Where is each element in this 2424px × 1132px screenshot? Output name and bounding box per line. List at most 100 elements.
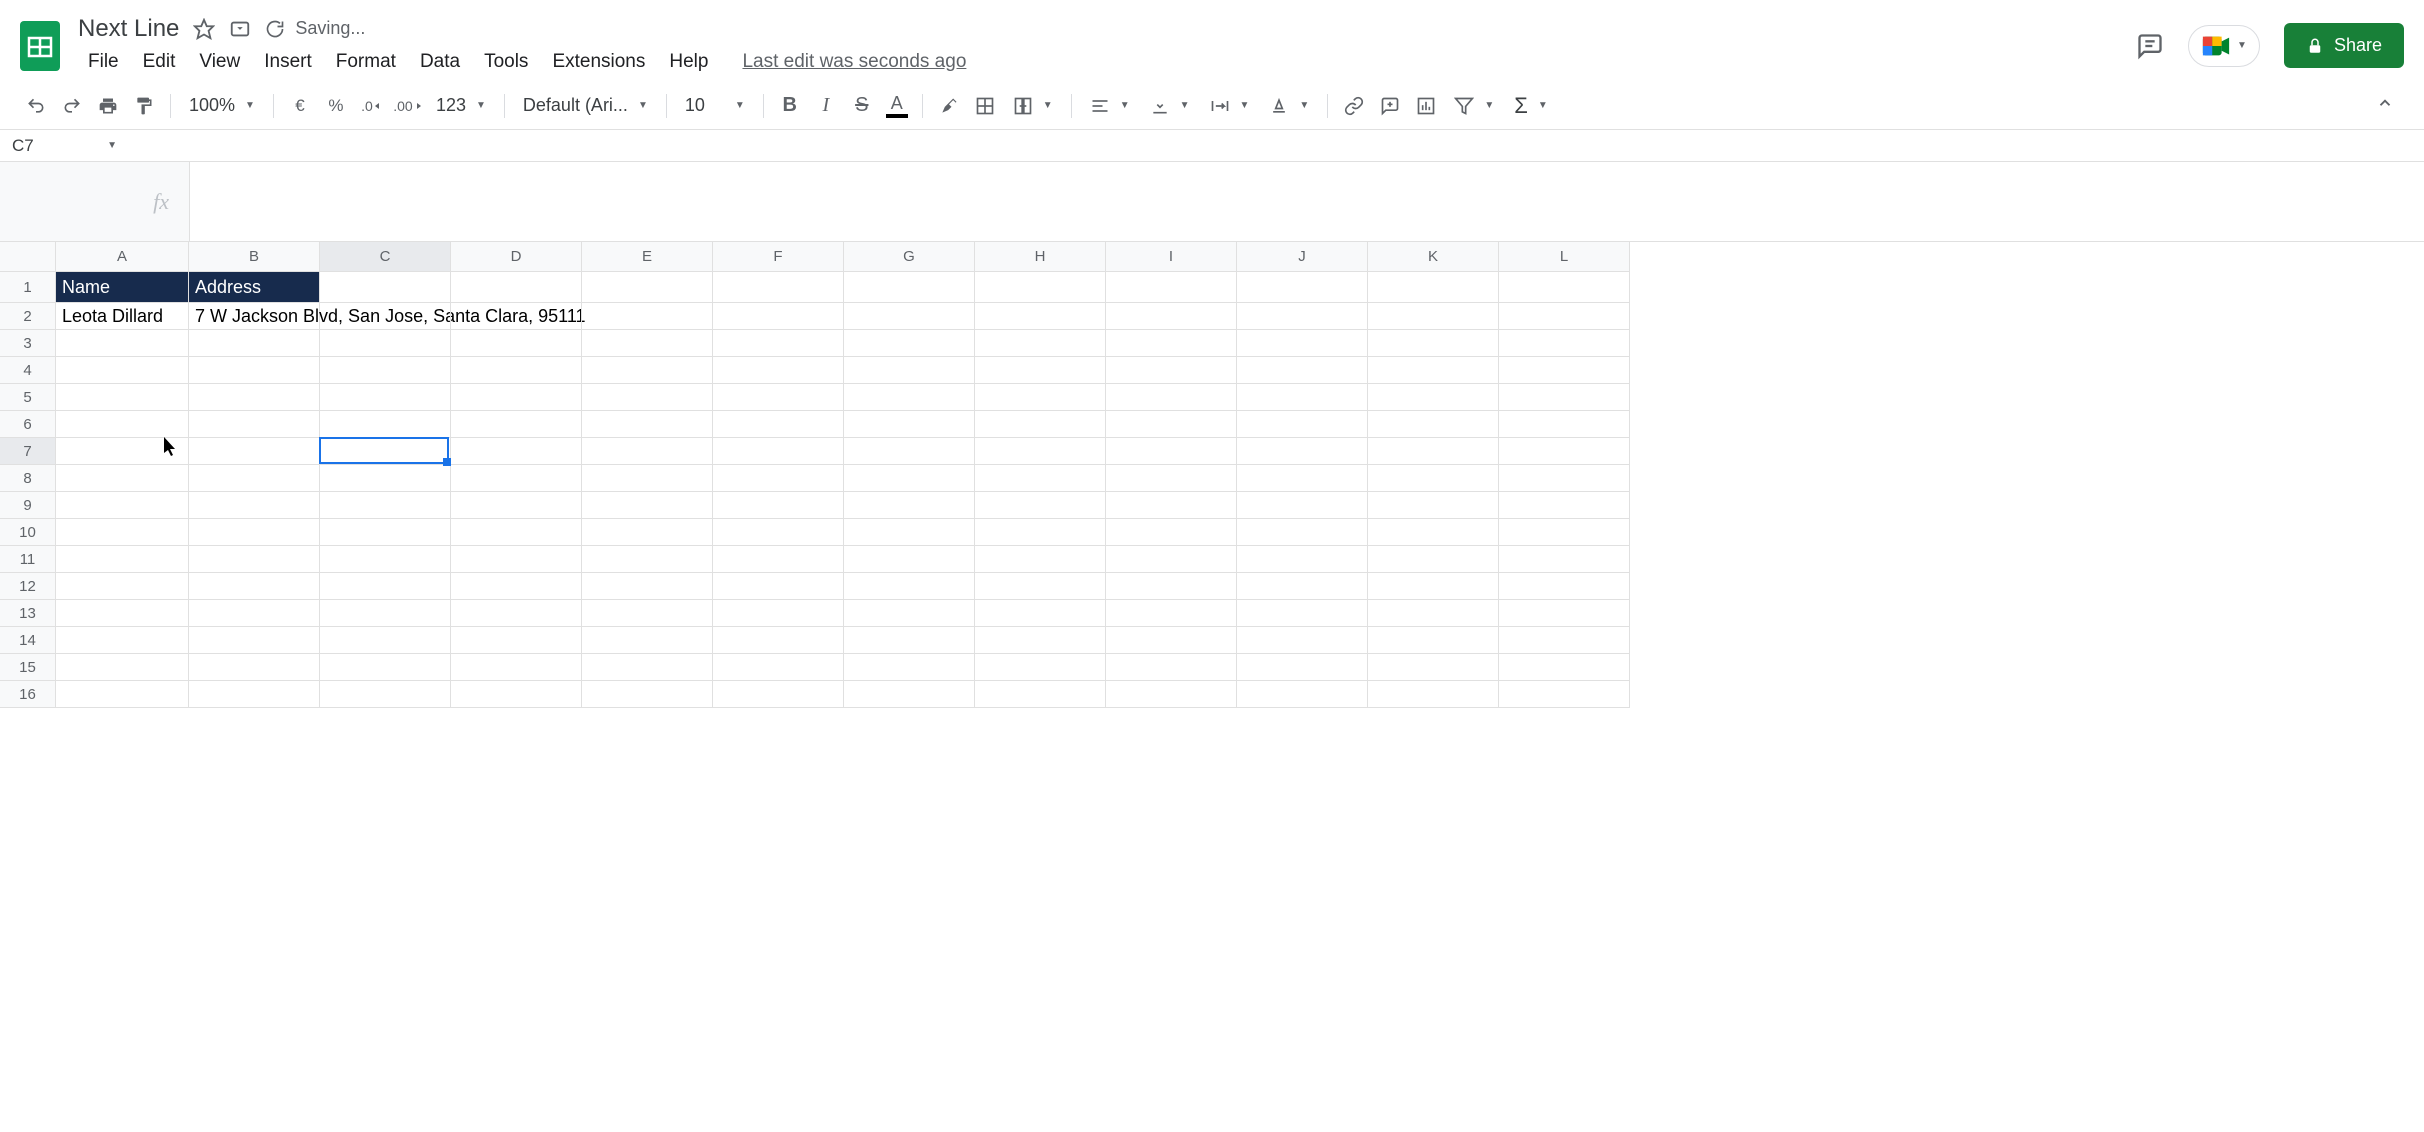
- column-header-G[interactable]: G: [844, 242, 975, 272]
- cell-C15[interactable]: [320, 654, 451, 681]
- cell-J10[interactable]: [1237, 519, 1368, 546]
- namebox[interactable]: C7 ▼: [0, 130, 130, 162]
- menu-insert[interactable]: Insert: [254, 47, 322, 77]
- cell-L5[interactable]: [1499, 384, 1630, 411]
- insert-comment-button[interactable]: [1374, 90, 1406, 122]
- column-header-F[interactable]: F: [713, 242, 844, 272]
- cell-E1[interactable]: [582, 272, 713, 303]
- cell-D13[interactable]: [451, 600, 582, 627]
- column-header-I[interactable]: I: [1106, 242, 1237, 272]
- cell-A11[interactable]: [56, 546, 189, 573]
- row-header-2[interactable]: 2: [0, 303, 56, 330]
- undo-button[interactable]: [20, 90, 52, 122]
- cell-D12[interactable]: [451, 573, 582, 600]
- formula-input[interactable]: [190, 162, 2424, 241]
- cell-H13[interactable]: [975, 600, 1106, 627]
- cell-I16[interactable]: [1106, 681, 1237, 708]
- cell-G11[interactable]: [844, 546, 975, 573]
- cell-J7[interactable]: [1237, 438, 1368, 465]
- cell-F9[interactable]: [713, 492, 844, 519]
- cell-A9[interactable]: [56, 492, 189, 519]
- cell-J1[interactable]: [1237, 272, 1368, 303]
- cell-H15[interactable]: [975, 654, 1106, 681]
- cell-J11[interactable]: [1237, 546, 1368, 573]
- cell-K10[interactable]: [1368, 519, 1499, 546]
- cell-G9[interactable]: [844, 492, 975, 519]
- cell-B3[interactable]: [189, 330, 320, 357]
- cell-A12[interactable]: [56, 573, 189, 600]
- cell-L3[interactable]: [1499, 330, 1630, 357]
- cell-G12[interactable]: [844, 573, 975, 600]
- share-button[interactable]: Share: [2284, 23, 2404, 68]
- cell-A1[interactable]: Name: [56, 272, 189, 303]
- menu-help[interactable]: Help: [659, 47, 718, 77]
- cell-B13[interactable]: [189, 600, 320, 627]
- cell-I15[interactable]: [1106, 654, 1237, 681]
- row-header-4[interactable]: 4: [0, 357, 56, 384]
- cell-G1[interactable]: [844, 272, 975, 303]
- cell-G6[interactable]: [844, 411, 975, 438]
- cell-I10[interactable]: [1106, 519, 1237, 546]
- cell-F7[interactable]: [713, 438, 844, 465]
- cell-A10[interactable]: [56, 519, 189, 546]
- cell-E2[interactable]: [582, 303, 713, 330]
- row-header-14[interactable]: 14: [0, 627, 56, 654]
- row-header-8[interactable]: 8: [0, 465, 56, 492]
- cell-I6[interactable]: [1106, 411, 1237, 438]
- cell-D8[interactable]: [451, 465, 582, 492]
- cell-I11[interactable]: [1106, 546, 1237, 573]
- insert-chart-button[interactable]: [1410, 90, 1442, 122]
- cell-E15[interactable]: [582, 654, 713, 681]
- cell-E10[interactable]: [582, 519, 713, 546]
- cell-B1[interactable]: Address: [189, 272, 320, 303]
- column-header-D[interactable]: D: [451, 242, 582, 272]
- percent-button[interactable]: %: [320, 90, 352, 122]
- cell-C7[interactable]: [320, 438, 451, 465]
- menu-data[interactable]: Data: [410, 47, 470, 77]
- cell-G5[interactable]: [844, 384, 975, 411]
- cell-I14[interactable]: [1106, 627, 1237, 654]
- cell-B16[interactable]: [189, 681, 320, 708]
- comments-icon[interactable]: [2136, 32, 2164, 60]
- cell-I12[interactable]: [1106, 573, 1237, 600]
- menu-format[interactable]: Format: [326, 47, 406, 77]
- fill-color-button[interactable]: [933, 90, 965, 122]
- cell-D16[interactable]: [451, 681, 582, 708]
- cell-L12[interactable]: [1499, 573, 1630, 600]
- column-header-E[interactable]: E: [582, 242, 713, 272]
- menu-tools[interactable]: Tools: [474, 47, 538, 77]
- cell-I9[interactable]: [1106, 492, 1237, 519]
- cell-K15[interactable]: [1368, 654, 1499, 681]
- cell-B10[interactable]: [189, 519, 320, 546]
- cell-L13[interactable]: [1499, 600, 1630, 627]
- cell-F15[interactable]: [713, 654, 844, 681]
- cell-L14[interactable]: [1499, 627, 1630, 654]
- cell-L7[interactable]: [1499, 438, 1630, 465]
- cell-L15[interactable]: [1499, 654, 1630, 681]
- cell-C10[interactable]: [320, 519, 451, 546]
- select-all-corner[interactable]: [0, 242, 56, 272]
- cell-H9[interactable]: [975, 492, 1106, 519]
- cell-J3[interactable]: [1237, 330, 1368, 357]
- font-select[interactable]: Default (Ari... ▼: [515, 95, 656, 116]
- column-header-H[interactable]: H: [975, 242, 1106, 272]
- cell-K7[interactable]: [1368, 438, 1499, 465]
- cell-F10[interactable]: [713, 519, 844, 546]
- cell-B11[interactable]: [189, 546, 320, 573]
- link-button[interactable]: [1338, 90, 1370, 122]
- cell-C9[interactable]: [320, 492, 451, 519]
- italic-button[interactable]: I: [810, 90, 842, 122]
- move-icon[interactable]: [229, 18, 251, 40]
- row-header-12[interactable]: 12: [0, 573, 56, 600]
- cell-E13[interactable]: [582, 600, 713, 627]
- cell-L10[interactable]: [1499, 519, 1630, 546]
- filter-button[interactable]: ▼: [1446, 96, 1502, 116]
- cell-H7[interactable]: [975, 438, 1106, 465]
- cell-B5[interactable]: [189, 384, 320, 411]
- cell-H6[interactable]: [975, 411, 1106, 438]
- cell-G10[interactable]: [844, 519, 975, 546]
- cell-L8[interactable]: [1499, 465, 1630, 492]
- cell-B6[interactable]: [189, 411, 320, 438]
- cell-F6[interactable]: [713, 411, 844, 438]
- column-header-A[interactable]: A: [56, 242, 189, 272]
